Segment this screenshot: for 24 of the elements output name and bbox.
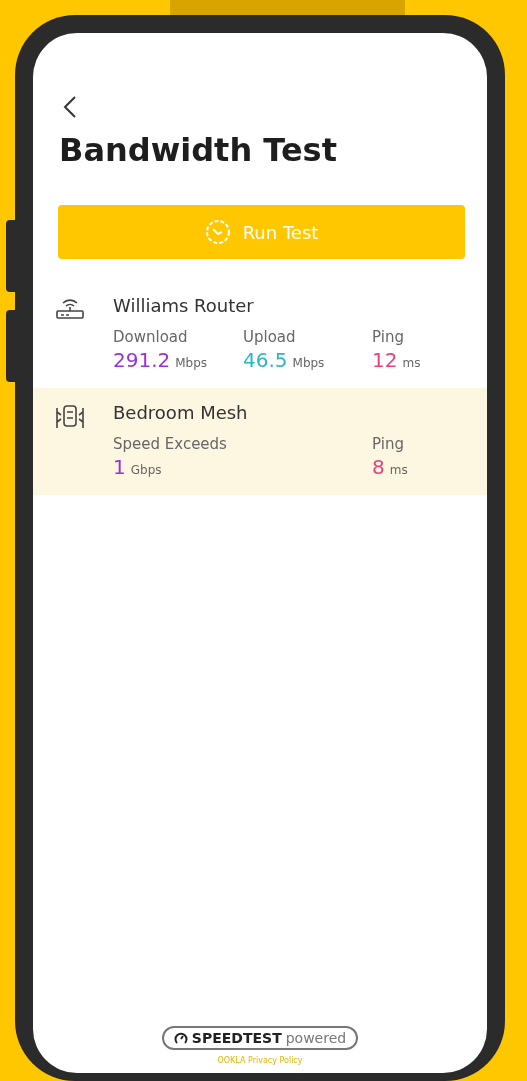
device-name: Bedroom Mesh <box>113 402 249 423</box>
stat-label: Ping <box>372 328 405 346</box>
stat-label: Speed Exceeds <box>113 435 228 453</box>
gauge-icon <box>173 1031 188 1045</box>
stat-value: 12 <box>372 348 398 372</box>
stat-label: Ping <box>372 435 405 453</box>
stat-unit: Mbps <box>292 356 325 370</box>
page-title: Bandwidth Test <box>59 131 338 169</box>
stat-label: Upload <box>243 328 297 346</box>
device-name: Williams Router <box>113 295 255 316</box>
stat-unit: Mbps <box>175 356 208 370</box>
stat-unit: ms <box>389 463 408 477</box>
badge-brand: SPEEDTEST <box>191 1030 282 1046</box>
stat-value: 46.5 <box>243 348 288 372</box>
stat-label: Download <box>113 328 189 346</box>
stat-unit: ms <box>402 356 421 370</box>
speedometer-icon <box>204 219 231 245</box>
device-row-highlighted[interactable]: Bedroom Mesh Speed Exceeds 1 Gbps Ping 8 ms <box>33 388 487 495</box>
back-icon[interactable] <box>63 95 77 119</box>
stat-value: 8 <box>372 455 385 479</box>
stat-unit: Gbps <box>130 463 162 477</box>
stat-value: 1 <box>113 455 126 479</box>
badge-suffix: powered <box>285 1030 347 1046</box>
stat-value: 291.2 <box>113 348 171 372</box>
